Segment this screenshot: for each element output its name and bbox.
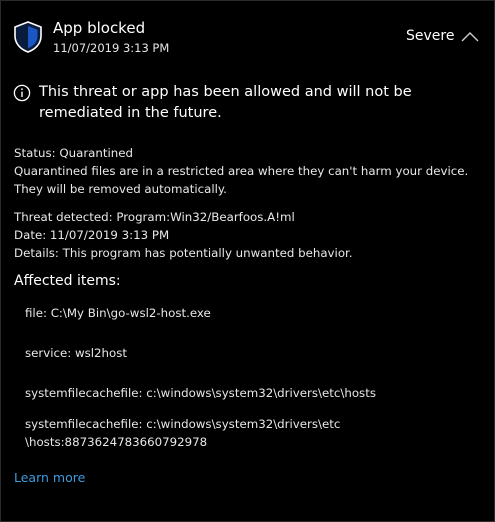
affected-item: file: C:\My Bin\go-wsl2-host.exe xyxy=(25,306,211,320)
notification-title: App blocked xyxy=(53,19,146,37)
status-value: Quarantined xyxy=(59,146,134,160)
shield-icon xyxy=(14,21,42,53)
affected-items-title: Affected items: xyxy=(14,273,121,289)
threat-details-panel: App blocked 11/07/2019 3:13 PM Severe Th… xyxy=(0,0,495,522)
threat-header[interactable]: App blocked 11/07/2019 3:13 PM Severe xyxy=(1,1,494,63)
allowed-notice: This threat or app has been allowed and … xyxy=(39,84,412,121)
notification-timestamp: 11/07/2019 3:13 PM xyxy=(53,41,170,55)
affected-item: systemfilecachefile: c:\windows\system32… xyxy=(25,386,376,400)
affected-item: systemfilecachefile: c:\windows\system32… xyxy=(25,417,341,449)
details-label: Details: xyxy=(14,246,59,260)
date-row: Date: 11/07/2019 3:13 PM xyxy=(14,226,486,244)
status-row: Status: Quarantined xyxy=(14,144,486,162)
date-value: 11/07/2019 3:13 PM xyxy=(49,228,170,242)
affected-item: service: wsl2host xyxy=(25,346,128,360)
status-section: Status: Quarantined Quarantined files ar… xyxy=(14,144,486,198)
info-icon xyxy=(13,84,31,102)
threat-info-section: Threat detected: Program:Win32/Bearfoos.… xyxy=(14,208,486,262)
date-label: Date: xyxy=(14,228,47,242)
learn-more-link[interactable]: Learn more xyxy=(14,470,85,485)
threat-detected-label: Threat detected: xyxy=(14,210,113,224)
status-label: Status: xyxy=(14,146,56,160)
status-description: Quarantined files are in a restricted ar… xyxy=(14,164,469,196)
threat-detected-value: Program:Win32/Bearfoos.A!ml xyxy=(116,210,295,224)
details-row: Details: This program has potentially un… xyxy=(14,244,486,262)
details-value: This program has potentially unwanted be… xyxy=(62,246,353,260)
chevron-up-icon[interactable] xyxy=(459,27,481,47)
severity-label: Severe xyxy=(406,28,455,44)
threat-detected-row: Threat detected: Program:Win32/Bearfoos.… xyxy=(14,208,486,226)
